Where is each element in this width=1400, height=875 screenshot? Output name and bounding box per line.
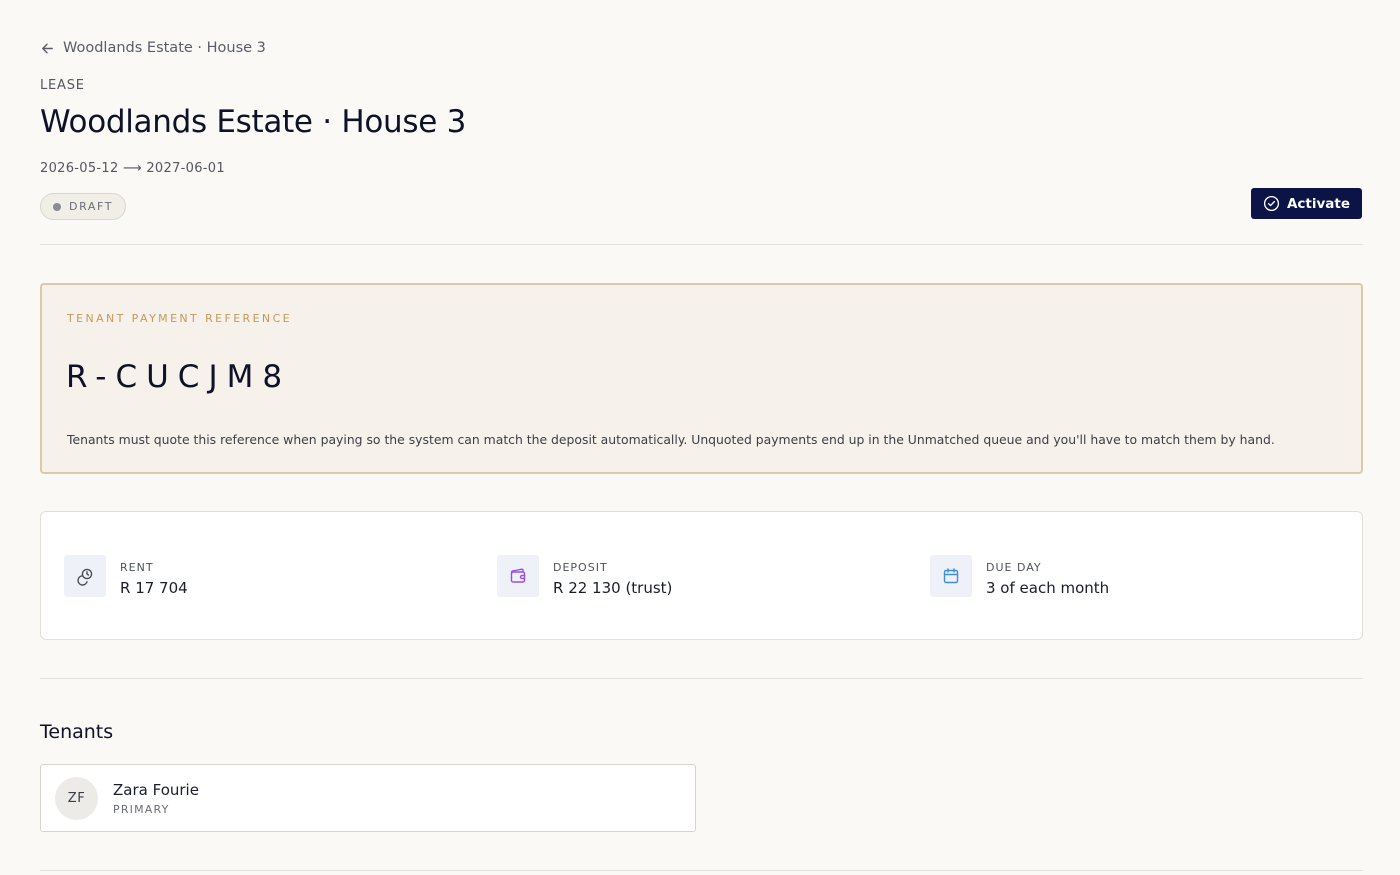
page-eyebrow: LEASE <box>40 78 85 93</box>
check-circle-icon <box>1263 195 1279 212</box>
back-link-label: Woodlands Estate · House 3 <box>63 40 266 56</box>
status-label: DRAFT <box>69 200 114 213</box>
activate-button[interactable]: Activate <box>1250 188 1362 219</box>
section-divider <box>40 678 1363 679</box>
term-deposit: DEPOSIT R 22 130 (trust) <box>497 555 672 597</box>
term-deposit-label: DEPOSIT <box>553 561 608 574</box>
tenant-role: PRIMARY <box>113 802 170 816</box>
page-title: Woodlands Estate · House 3 <box>40 104 466 140</box>
tenant-name: Zara Fourie <box>113 780 199 799</box>
term-due-day: DUE DAY 3 of each month <box>930 555 1109 597</box>
lease-terms-card: RENT R 17 704 DEPOSIT R 22 130 (trust) D… <box>40 511 1363 640</box>
lease-date-range: 2026-05-12 ⟶ 2027-06-01 <box>40 161 225 176</box>
footer-divider <box>40 870 1363 871</box>
term-deposit-value: R 22 130 (trust) <box>553 579 673 597</box>
term-rent-label: RENT <box>120 561 154 574</box>
header-divider <box>40 244 1363 245</box>
status-badge: DRAFT <box>40 193 127 220</box>
avatar: ZF <box>55 776 98 820</box>
payment-reference-label: TENANT PAYMENT REFERENCE <box>67 312 292 325</box>
payment-reference-note: Tenants must quote this reference when p… <box>67 432 1275 447</box>
term-due-day-label: DUE DAY <box>986 561 1042 574</box>
arrow-left-icon <box>42 43 53 53</box>
calendar-icon <box>943 568 959 584</box>
coins-icon <box>77 568 93 586</box>
payment-reference-code: R-CUCJM8 <box>66 359 292 395</box>
status-dot-icon <box>53 202 61 211</box>
wallet-icon <box>510 568 526 583</box>
activate-button-label: Activate <box>1286 195 1350 212</box>
term-rent: RENT R 17 704 <box>64 555 188 597</box>
term-rent-value: R 17 704 <box>120 579 188 597</box>
tenants-section-title: Tenants <box>40 721 114 743</box>
term-due-day-value: 3 of each month <box>986 579 1110 597</box>
tenant-card[interactable]: ZF Zara Fourie PRIMARY <box>40 764 696 832</box>
payment-reference-card: TENANT PAYMENT REFERENCE R-CUCJM8 Tenant… <box>40 283 1363 474</box>
back-link[interactable]: Woodlands Estate · House 3 <box>40 40 266 56</box>
